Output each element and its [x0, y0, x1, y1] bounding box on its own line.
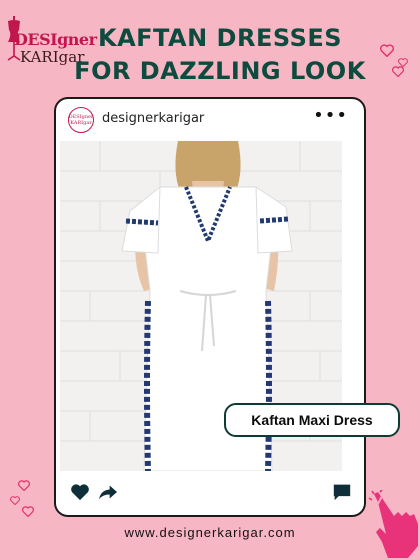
product-label: Kaftan Maxi Dress [224, 403, 400, 437]
heart-icon [380, 44, 394, 57]
title-line-1: KAFTAN DRESSES [97, 24, 343, 52]
more-icon[interactable]: ••• [313, 105, 348, 126]
heart-icon [18, 480, 30, 491]
pointing-hand-icon [368, 490, 418, 558]
heart-icon [10, 496, 20, 505]
heart-icon [392, 66, 404, 77]
product-label-text: Kaftan Maxi Dress [251, 412, 373, 428]
avatar-text: DESIgner KARIgar [68, 114, 94, 126]
heart-icon[interactable] [70, 483, 90, 501]
website-url[interactable]: www.designerkarigar.com [0, 525, 420, 540]
share-icon[interactable] [98, 483, 118, 501]
avatar[interactable]: DESIgner KARIgar [68, 107, 94, 133]
brand-logo: DESIgner KARIgar [4, 14, 97, 72]
heart-icon [22, 506, 34, 517]
post-actions [56, 473, 364, 515]
page-title: KAFTAN DRESSES FOR DAZZLING LOOK [60, 22, 380, 88]
post-card: DESIgner KARIgar designerkarigar ••• [54, 97, 366, 517]
comment-icon[interactable] [332, 483, 352, 501]
post-header: DESIgner KARIgar designerkarigar ••• [56, 99, 364, 139]
post-username[interactable]: designerkarigar [102, 111, 204, 126]
title-line-2: FOR DAZZLING LOOK [74, 57, 366, 85]
